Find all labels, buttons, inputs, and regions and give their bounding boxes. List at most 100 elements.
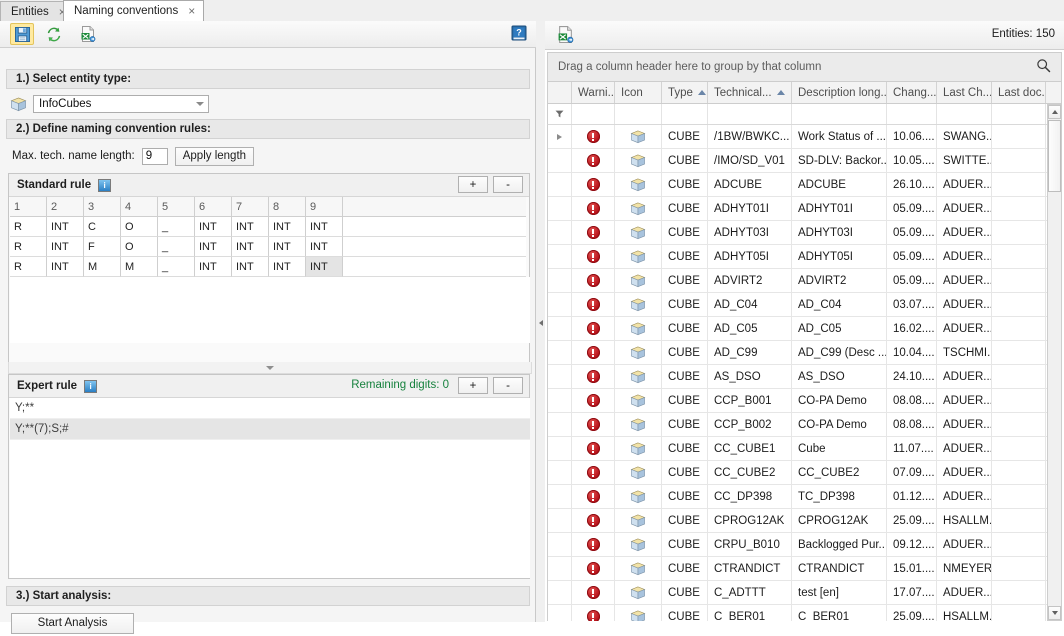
splitter-collapse-handle[interactable] xyxy=(538,318,543,327)
grid-vertical-scrollbar[interactable] xyxy=(1047,104,1062,621)
standard-rule-cell[interactable]: _ xyxy=(158,257,195,277)
table-row[interactable]: CUBECC_CUBE1Cube11.07....ADUER... xyxy=(548,437,1047,461)
standard-rule-cell[interactable]: F xyxy=(84,237,121,257)
table-row[interactable]: CUBECCP_B001CO-PA Demo08.08....ADUER... xyxy=(548,389,1047,413)
standard-rule-cell[interactable]: INT xyxy=(306,217,343,237)
standard-rule-collapse-toggle[interactable] xyxy=(8,362,532,374)
table-row[interactable]: CUBEAD_C04AD_C0403.07....ADUER... xyxy=(548,293,1047,317)
grid-column-header[interactable]: Type xyxy=(662,82,708,103)
refresh-icon[interactable] xyxy=(43,24,65,44)
grid-column-header[interactable] xyxy=(548,82,572,103)
grid-filter-cell[interactable] xyxy=(548,104,572,124)
standard-rule-cell[interactable]: _ xyxy=(158,217,195,237)
table-row[interactable]: CUBEC_BER01C_BER0125.09....HSALLM... xyxy=(548,605,1047,621)
table-row[interactable]: CUBECCP_B002CO-PA Demo08.08....ADUER... xyxy=(548,413,1047,437)
standard-rule-cell[interactable]: INT xyxy=(47,257,84,277)
grid-filter-cell[interactable] xyxy=(615,104,662,124)
standard-rule-cell[interactable]: M xyxy=(84,257,121,277)
grid-filter-cell[interactable] xyxy=(792,104,887,124)
standard-rule-row[interactable]: RINTFO_INTINTINTINT xyxy=(10,237,530,257)
standard-rule-cell[interactable]: INT xyxy=(269,217,306,237)
table-row[interactable]: CUBEADHYT05IADHYT05I05.09....ADUER... xyxy=(548,245,1047,269)
standard-rule-add-button[interactable]: + xyxy=(458,176,488,193)
grid-column-header[interactable]: Technical... xyxy=(708,82,792,103)
search-icon[interactable] xyxy=(1036,58,1051,76)
grid-column-header[interactable]: Last doc. xyxy=(992,82,1046,103)
standard-rule-col-header[interactable]: 2 xyxy=(47,197,84,217)
standard-rule-col-header[interactable]: 8 xyxy=(269,197,306,217)
grid-column-header[interactable]: Icon xyxy=(615,82,662,103)
help-book-icon[interactable]: ? xyxy=(509,23,529,43)
expand-row-icon[interactable] xyxy=(557,134,562,140)
standard-rule-col-header[interactable]: 4 xyxy=(121,197,158,217)
grid-column-header[interactable]: Description long... xyxy=(792,82,887,103)
expert-rule-add-button[interactable]: + xyxy=(458,377,488,394)
export-excel-icon[interactable] xyxy=(77,24,99,44)
table-row[interactable]: CUBECC_CUBE2CC_CUBE207.09....ADUER... xyxy=(548,461,1047,485)
standard-rule-cell[interactable]: O xyxy=(121,237,158,257)
grid-filter-cell[interactable] xyxy=(708,104,792,124)
apply-length-button[interactable]: Apply length xyxy=(175,147,254,166)
table-row[interactable]: CUBEADCUBEADCUBE26.10....ADUER... xyxy=(548,173,1047,197)
standard-rule-cell[interactable]: INT xyxy=(232,257,269,277)
grid-filter-cell[interactable] xyxy=(887,104,937,124)
grid-column-header[interactable]: Last Ch... xyxy=(937,82,992,103)
table-row[interactable]: CUBEADVIRT2ADVIRT205.09....ADUER... xyxy=(548,269,1047,293)
info-icon-standard-rule[interactable]: i xyxy=(98,179,111,192)
standard-rule-cell[interactable]: C xyxy=(84,217,121,237)
entity-type-select[interactable]: InfoCubes xyxy=(33,95,209,113)
grid-column-header[interactable]: Chang... xyxy=(887,82,937,103)
standard-rule-cell[interactable]: INT xyxy=(269,237,306,257)
grid-filter-cell[interactable] xyxy=(662,104,708,124)
standard-rule-col-header[interactable]: 6 xyxy=(195,197,232,217)
standard-rule-cell[interactable]: _ xyxy=(158,237,195,257)
table-row[interactable]: CUBEC_ADTTTtest [en]17.07....ADUER... xyxy=(548,581,1047,605)
standard-rule-cell[interactable]: R xyxy=(10,257,47,277)
table-row[interactable]: CUBECRPU_B010Backlogged Pur...09.12....A… xyxy=(548,533,1047,557)
tab-naming-conventions[interactable]: Naming conventions × xyxy=(63,0,204,21)
standard-rule-cell[interactable]: INT xyxy=(47,217,84,237)
table-row[interactable]: CUBEAD_C99AD_C99 (Desc ...10.04....TSCHM… xyxy=(548,341,1047,365)
export-excel-icon[interactable] xyxy=(557,26,574,46)
expert-rule-remove-button[interactable]: - xyxy=(493,377,523,394)
standard-rule-row[interactable]: RINTMM_INTINTINTINT xyxy=(10,257,530,277)
standard-rule-col-header[interactable]: 9 xyxy=(306,197,343,217)
start-analysis-button[interactable]: Start Analysis xyxy=(11,613,134,634)
standard-rule-cell[interactable]: INT xyxy=(195,237,232,257)
standard-rule-cell[interactable]: R xyxy=(10,217,47,237)
standard-rule-cell[interactable]: INT xyxy=(195,217,232,237)
table-row[interactable]: CUBECC_DP398TC_DP39801.12....ADUER... xyxy=(548,485,1047,509)
table-row[interactable]: CUBEAS_DSOAS_DSO24.10....ADUER... xyxy=(548,365,1047,389)
standard-rule-col-header[interactable]: 5 xyxy=(158,197,195,217)
standard-rule-cell[interactable]: M xyxy=(121,257,158,277)
expert-rule-row[interactable]: Y;** xyxy=(10,398,530,419)
standard-rule-cell[interactable]: O xyxy=(121,217,158,237)
table-row[interactable]: CUBE/IMO/SD_V01SD-DLV: Backor...10.05...… xyxy=(548,149,1047,173)
standard-rule-col-header[interactable]: 1 xyxy=(10,197,47,217)
scroll-down-button[interactable] xyxy=(1048,606,1061,620)
table-row[interactable]: CUBECTRANDICTCTRANDICT15.01....NMEYER xyxy=(548,557,1047,581)
max-length-input[interactable]: 9 xyxy=(142,148,168,165)
standard-rule-cell[interactable]: INT xyxy=(269,257,306,277)
group-by-dropzone[interactable]: Drag a column header here to group by th… xyxy=(547,52,1062,82)
standard-rule-cell[interactable]: INT xyxy=(232,217,269,237)
grid-filter-cell[interactable] xyxy=(572,104,615,124)
standard-rule-remove-button[interactable]: - xyxy=(493,176,523,193)
scrollbar-thumb[interactable] xyxy=(1048,120,1061,192)
table-row[interactable]: CUBEADHYT01IADHYT01I05.09....ADUER... xyxy=(548,197,1047,221)
standard-rule-cell[interactable]: INT xyxy=(306,257,343,277)
grid-filter-cell[interactable] xyxy=(937,104,992,124)
standard-rule-row[interactable]: RINTCO_INTINTINTINT xyxy=(10,217,530,237)
expert-rule-row[interactable]: Y;**(7);S;# xyxy=(10,419,530,440)
standard-rule-cell[interactable]: INT xyxy=(47,237,84,257)
standard-rule-col-header[interactable]: 7 xyxy=(232,197,269,217)
standard-rule-cell[interactable]: INT xyxy=(306,237,343,257)
grid-filter-cell[interactable] xyxy=(992,104,1046,124)
grid-column-header[interactable]: Warni... xyxy=(572,82,615,103)
info-icon-expert-rule[interactable]: i xyxy=(84,380,97,393)
standard-rule-cell[interactable]: R xyxy=(10,237,47,257)
table-row[interactable]: CUBE/1BW/BWKC...Work Status of ...10.06.… xyxy=(548,125,1047,149)
scroll-up-button[interactable] xyxy=(1048,105,1061,119)
standard-rule-cell[interactable]: INT xyxy=(195,257,232,277)
standard-rule-col-header[interactable]: 3 xyxy=(84,197,121,217)
